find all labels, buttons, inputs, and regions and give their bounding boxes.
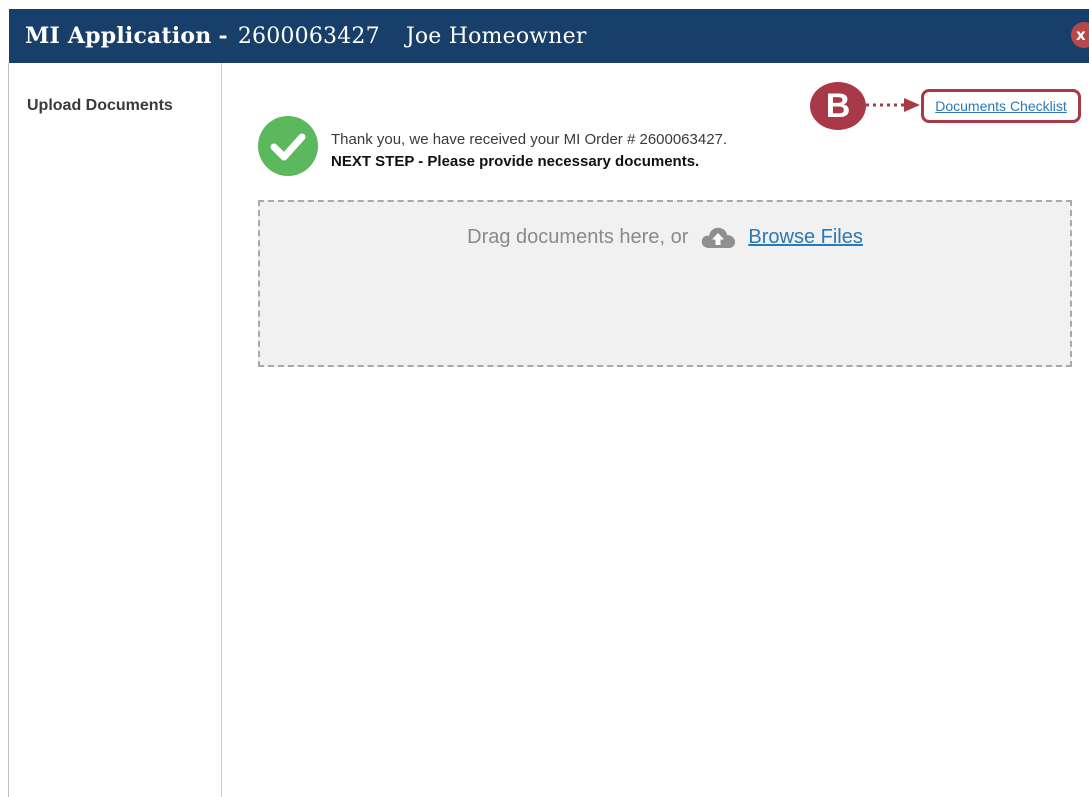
sidebar-item-upload-documents[interactable]: Upload Documents — [27, 97, 173, 115]
callout-letter: B — [825, 86, 851, 125]
close-symbol: x — [1076, 26, 1086, 44]
dropzone-prompt: Drag documents here, or Browse Files — [260, 224, 1070, 250]
title-bar: MI Application - 2600063427 Joe Homeowne… — [9, 9, 1089, 63]
main-content: Thank you, we have received your MI Orde… — [222, 63, 1089, 797]
documents-checklist-link[interactable]: Documents Checklist — [935, 98, 1067, 114]
mi-application-window: MI Application - 2600063427 Joe Homeowne… — [0, 0, 1089, 797]
callout-b-marker: B — [810, 82, 866, 130]
browse-files-link[interactable]: Browse Files — [748, 226, 862, 249]
sidebar: Upload Documents — [9, 63, 222, 797]
title-separator: - — [218, 23, 228, 49]
cloud-upload-icon — [702, 227, 736, 248]
title-order-number: 2600063427 — [237, 23, 380, 49]
next-step-text: NEXT STEP - Please provide necessary doc… — [331, 153, 700, 170]
window-title: MI Application — [25, 23, 212, 49]
confirmation-text: Thank you, we have received your MI Orde… — [331, 131, 728, 148]
dropzone-text: Drag documents here, or — [467, 225, 689, 248]
close-icon[interactable]: x — [1071, 22, 1089, 48]
title-applicant-name: Joe Homeowner — [405, 23, 587, 49]
check-circle-icon — [258, 116, 318, 176]
document-dropzone[interactable]: Drag documents here, or Browse Files — [258, 200, 1072, 367]
confirmation-message: Thank you, we have received your MI Orde… — [331, 129, 727, 173]
callout-arrow-icon — [866, 98, 920, 112]
documents-checklist-highlight: Documents Checklist — [921, 89, 1081, 123]
